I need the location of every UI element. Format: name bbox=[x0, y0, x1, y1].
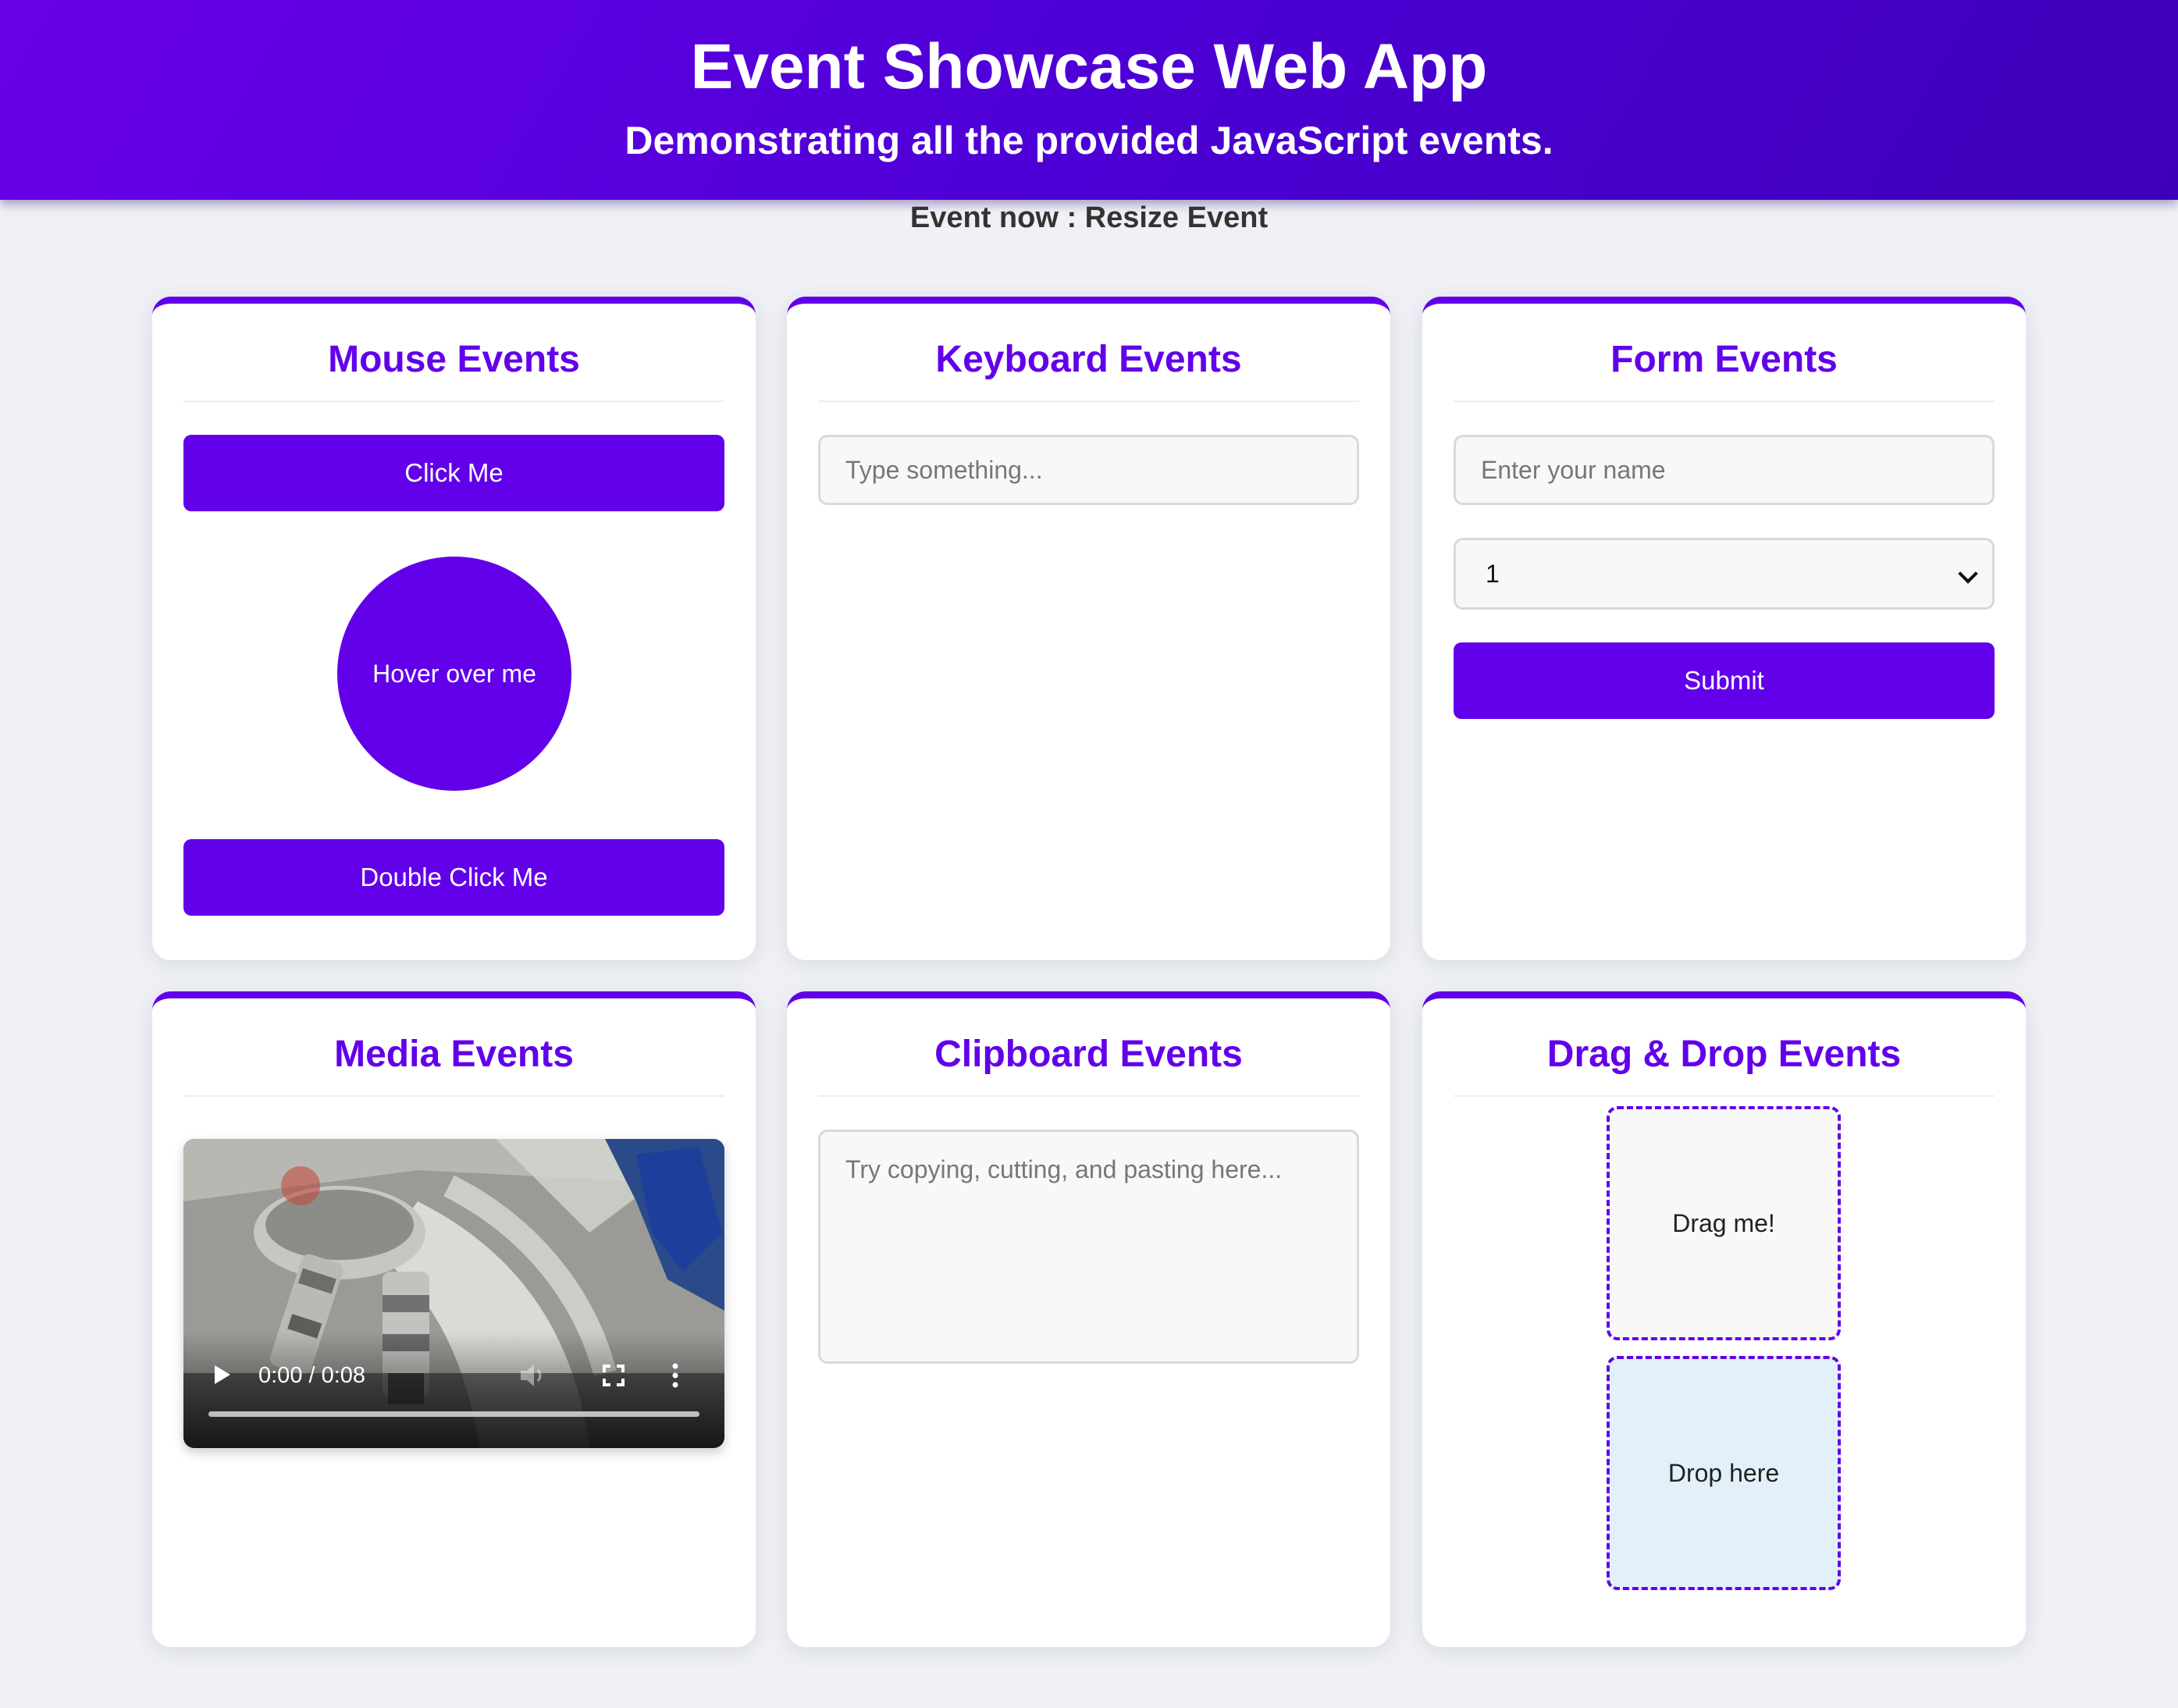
video-player[interactable]: 0:00 / 0:08 bbox=[183, 1139, 724, 1448]
drop-zone[interactable]: Drop here bbox=[1607, 1356, 1841, 1590]
video-time: 0:00 / 0:08 bbox=[258, 1363, 366, 1388]
event-status: Event now : Resize Event bbox=[909, 201, 1269, 234]
card-title: Clipboard Events bbox=[818, 1031, 1359, 1097]
card-title: Drag & Drop Events bbox=[1454, 1031, 1995, 1097]
app-subtitle: Demonstrating all the provided JavaScrip… bbox=[625, 119, 1553, 162]
submit-button[interactable]: Submit bbox=[1454, 642, 1995, 719]
mouse-events-card: Mouse Events Click Me Hover over me Doub… bbox=[152, 297, 756, 960]
number-select[interactable]: 1 bbox=[1454, 538, 1995, 610]
hover-circle[interactable]: Hover over me bbox=[337, 557, 571, 791]
card-title: Keyboard Events bbox=[818, 336, 1359, 402]
volume-icon[interactable] bbox=[519, 1362, 547, 1393]
more-options-icon[interactable] bbox=[671, 1362, 680, 1393]
video-progress-bar[interactable] bbox=[208, 1411, 699, 1417]
card-title: Form Events bbox=[1454, 336, 1995, 402]
video-controls: 0:00 / 0:08 bbox=[183, 1331, 724, 1448]
clipboard-events-card: Clipboard Events bbox=[787, 991, 1390, 1647]
drag-drop-events-card: Drag & Drop Events Drag me! Drop here bbox=[1422, 991, 2026, 1647]
form-events-card: Form Events 1 Submit bbox=[1422, 297, 2026, 960]
app-header: Event Showcase Web App Demonstrating all… bbox=[0, 0, 2178, 200]
name-input[interactable] bbox=[1454, 435, 1995, 505]
select-value: 1 bbox=[1486, 560, 1500, 588]
play-icon[interactable] bbox=[215, 1365, 230, 1384]
clipboard-textarea[interactable] bbox=[818, 1130, 1359, 1364]
double-click-button[interactable]: Double Click Me bbox=[183, 839, 724, 916]
chevron-down-icon bbox=[1958, 564, 1978, 584]
fullscreen-icon[interactable] bbox=[602, 1364, 625, 1391]
keyboard-events-card: Keyboard Events bbox=[787, 297, 1390, 960]
card-title: Mouse Events bbox=[183, 336, 724, 402]
media-events-card: Media Events 0:00 / 0:08 bbox=[152, 991, 756, 1647]
card-title: Media Events bbox=[183, 1031, 724, 1097]
click-me-button[interactable]: Click Me bbox=[183, 435, 724, 511]
draggable-box[interactable]: Drag me! bbox=[1607, 1106, 1841, 1340]
app-title: Event Showcase Web App bbox=[690, 31, 1488, 102]
keyboard-input[interactable] bbox=[818, 435, 1359, 505]
